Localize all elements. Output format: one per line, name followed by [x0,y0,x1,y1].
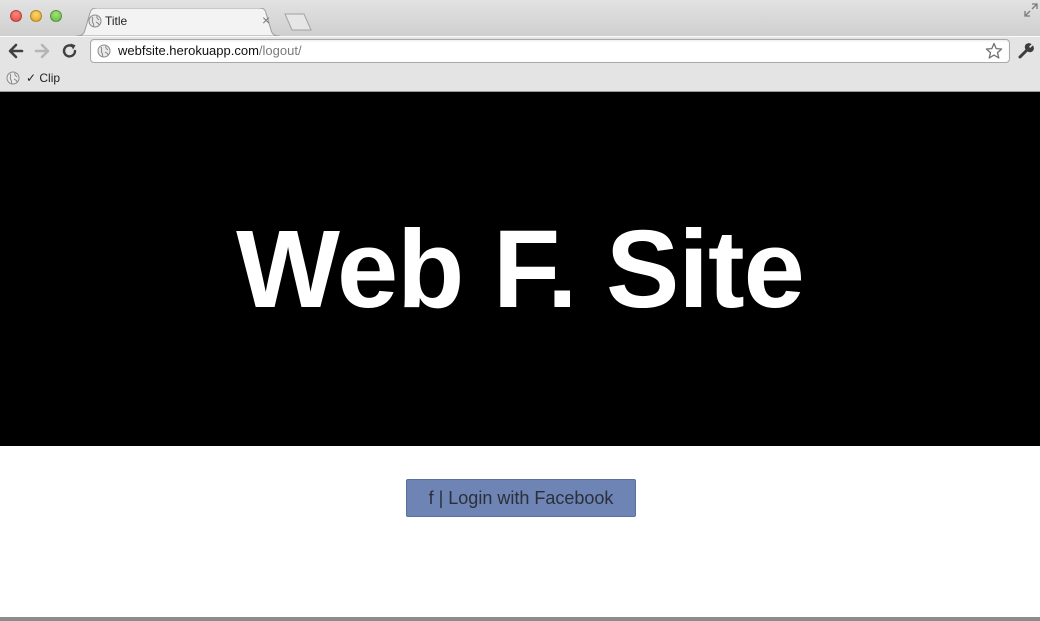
minimize-window-button[interactable] [30,10,42,22]
fullscreen-icon[interactable] [1024,3,1038,17]
globe-icon [97,44,111,58]
tab-title: Title [105,14,128,28]
url-path: /logout/ [258,43,302,58]
browser-toolbar: webfsite.herokuapp.com/logout/ [0,36,1040,67]
back-arrow-icon[interactable] [6,41,26,61]
facebook-login-button[interactable]: f | Login with Facebook [406,479,636,517]
close-window-button[interactable] [10,10,22,22]
browser-window: Title × webfsite.herokuapp.com/logout/ ✓… [0,0,1040,617]
new-tab-button[interactable] [284,13,312,31]
url-host: webfsite.herokuapp.com [118,43,259,58]
forward-arrow-icon[interactable] [32,41,52,61]
address-bar[interactable]: webfsite.herokuapp.com/logout/ [90,39,1010,63]
star-icon[interactable] [985,42,1003,60]
url-text[interactable]: webfsite.herokuapp.com/logout/ [118,43,302,58]
tab-strip: Title × [0,0,1040,36]
wrench-icon[interactable] [1017,42,1035,60]
zoom-window-button[interactable] [50,10,62,22]
tab-active[interactable]: Title × [76,8,280,36]
page-content: Web F. Site f | Login with Facebook [0,92,1040,617]
globe-icon [6,71,20,85]
hero-banner: Web F. Site [0,92,1040,446]
bookmark-label: ✓ Clip [26,71,61,85]
desktop-background [0,617,1040,621]
globe-icon [88,14,102,28]
tab-close-icon[interactable]: × [262,12,270,28]
reload-icon[interactable] [60,41,80,61]
site-title: Web F. Site [236,208,805,331]
bookmarks-bar: ✓ Clip [0,66,1040,92]
